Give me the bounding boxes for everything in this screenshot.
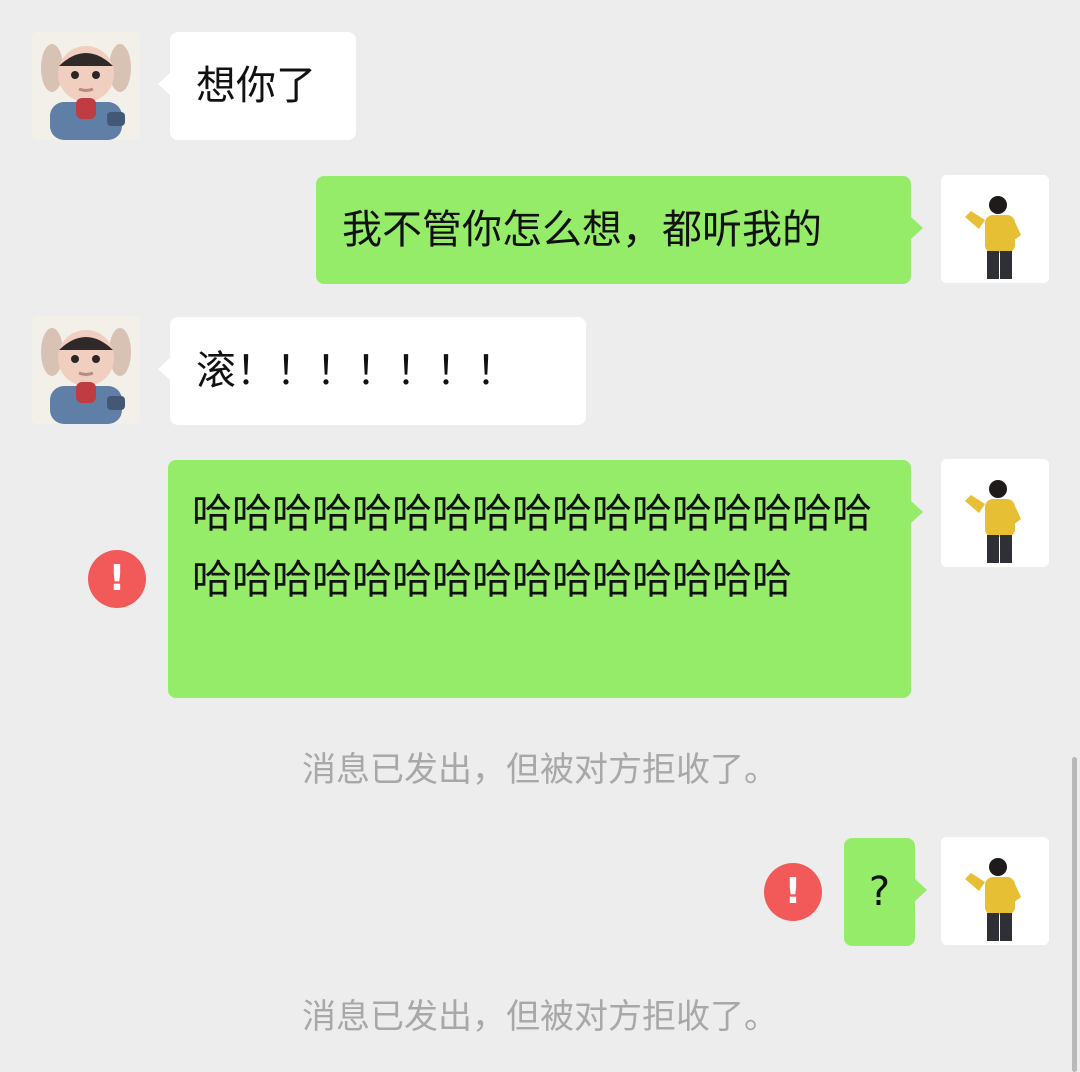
chat-scrollbar[interactable] — [1072, 757, 1077, 1072]
incoming-bubble-tail — [158, 357, 171, 381]
message-text: 我不管你怎么想，都听我的 — [342, 207, 822, 253]
incoming-bubble-tail — [158, 72, 171, 96]
red-exclamation-symbol: ! — [784, 871, 802, 912]
outgoing-message-bubble[interactable]: 我不管你怎么想，都听我的 — [316, 176, 923, 284]
person-yellow-shirt-avatar-icon[interactable] — [941, 459, 1049, 567]
outgoing-message-bubble[interactable]: 哈哈哈哈哈哈哈哈哈哈哈哈哈哈哈哈哈哈哈哈哈哈哈哈哈哈哈哈哈哈哈哈 — [168, 460, 923, 698]
message-text: ? — [868, 869, 891, 915]
message-text: 想你了 — [196, 63, 316, 109]
chat-message-list: 想你了 我不管你怎么想，都听我的 滚！！！！！！！ ! 哈哈哈哈哈哈哈哈哈哈哈哈… — [0, 0, 1080, 1072]
red-exclamation-icon[interactable]: ! — [88, 550, 146, 608]
outgoing-bubble-tail — [910, 216, 923, 240]
outgoing-message-bubble[interactable]: ? — [844, 838, 927, 946]
outgoing-bubble-tail — [914, 878, 927, 902]
rejected-message-notice: 消息已发出，但被对方拒收了。 — [302, 750, 778, 790]
rejected-message-notice: 消息已发出，但被对方拒收了。 — [302, 997, 778, 1037]
incoming-message-bubble[interactable]: 想你了 — [158, 32, 356, 140]
incoming-message-bubble[interactable]: 滚！！！！！！！ — [158, 317, 586, 425]
person-yellow-shirt-avatar-icon[interactable] — [941, 175, 1049, 283]
red-exclamation-symbol: ! — [108, 558, 126, 599]
baby-avatar-icon[interactable] — [32, 32, 140, 140]
message-text: 哈哈哈哈哈哈哈哈哈哈哈哈哈哈哈哈哈哈哈哈哈哈哈哈哈哈哈哈哈哈哈哈 — [192, 491, 872, 603]
red-exclamation-icon[interactable]: ! — [764, 863, 822, 921]
baby-avatar-icon[interactable] — [32, 316, 140, 424]
outgoing-bubble-tail — [910, 500, 923, 524]
person-yellow-shirt-avatar-icon[interactable] — [941, 837, 1049, 945]
message-text: 滚！！！！！！！ — [196, 348, 516, 394]
